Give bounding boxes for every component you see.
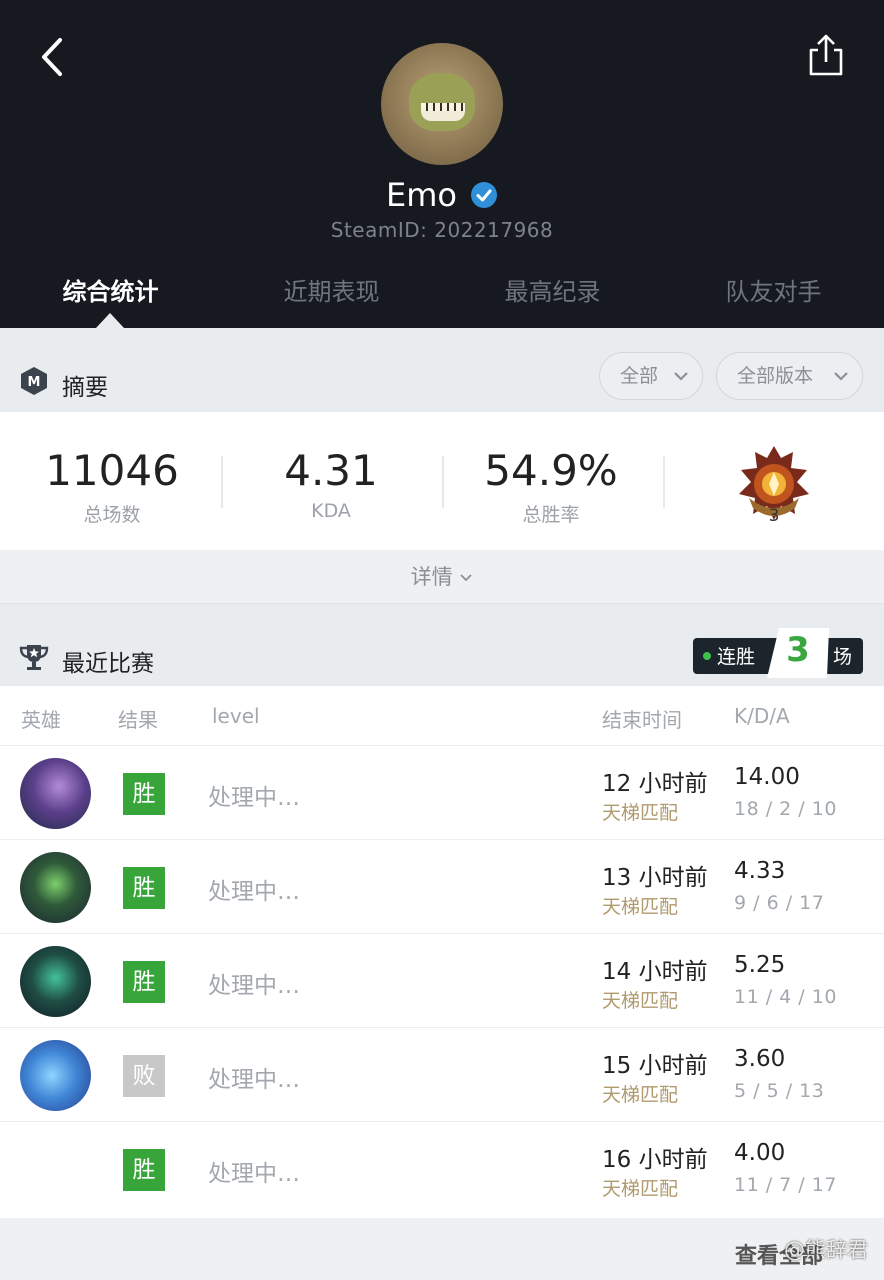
version-filter-value: 全部版本 [737, 365, 814, 387]
column-header-result: 结果 [118, 708, 158, 732]
chevron-down-icon [460, 574, 472, 582]
match-kda: 3.60 [734, 1046, 786, 1072]
stat-label: 总场数 [83, 504, 141, 526]
match-level: 处理中… [208, 785, 300, 811]
stat-win-rate: 54.9% 总胜率 [441, 446, 661, 527]
chevron-left-icon [42, 38, 62, 76]
result-badge: 败 [123, 1055, 165, 1097]
match-row[interactable]: 败 处理中… 15 小时前 天梯匹配 3.60 5 / 5 / 13 [0, 1028, 884, 1122]
streak-status-dot [703, 652, 711, 660]
match-level: 处理中… [208, 879, 300, 905]
match-level: 处理中… [208, 1067, 300, 1093]
match-kda-detail: 11 / 4 / 10 [734, 986, 837, 1008]
hero-portrait [20, 1040, 91, 1111]
match-kda-detail: 5 / 5 / 13 [734, 1080, 825, 1102]
tab-best-records[interactable]: 最高纪录 [442, 272, 663, 307]
match-kda: 4.00 [734, 1140, 786, 1166]
streak-count: 3 [786, 630, 810, 670]
result-badge: 胜 [123, 867, 165, 909]
stat-value: 4.31 [284, 446, 378, 495]
match-table: 英雄 结果 level 结束时间 K/D/A 胜 处理中… 12 小时前 天梯匹… [0, 686, 884, 1218]
hero-portrait [20, 758, 91, 829]
share-button[interactable] [800, 30, 852, 82]
recent-matches-header: 最近比赛 连胜 3 场 [0, 604, 884, 686]
share-icon [809, 34, 843, 76]
verified-icon [471, 182, 498, 208]
avatar-face [409, 73, 475, 131]
chevron-down-icon [674, 372, 688, 381]
details-label: 详情 [410, 565, 453, 589]
match-mode: 天梯匹配 [602, 802, 679, 824]
player-name: Emo [385, 176, 457, 214]
match-row[interactable]: 胜 处理中… 16 小时前 天梯匹配 4.00 11 / 7 / 17 [0, 1122, 884, 1216]
column-header-hero: 英雄 [21, 708, 61, 732]
back-button[interactable] [30, 32, 76, 82]
avatar[interactable] [381, 43, 503, 165]
mode-filter-dropdown[interactable]: 全部 [599, 352, 703, 400]
match-kda-detail: 9 / 6 / 17 [734, 892, 825, 914]
tab-bar: 综合统计 近期表现 最高纪录 队友对手 [0, 272, 884, 328]
match-level: 处理中… [208, 1161, 300, 1187]
result-badge: 胜 [123, 773, 165, 815]
match-end-time: 14 小时前 [602, 959, 708, 985]
stat-kda: 4.31 KDA [221, 446, 441, 522]
stat-label: 总胜率 [522, 504, 580, 526]
profile-header: Emo SteamID: 202217968 综合统计 近期表现 最高纪录 队友… [0, 0, 884, 328]
streak-label: 连胜 [717, 646, 756, 668]
steam-id: SteamID: 202217968 [330, 218, 554, 242]
mode-filter-value: 全部 [620, 365, 659, 387]
stat-total-matches: 11046 总场数 [2, 446, 222, 527]
stat-label: KDA [311, 500, 351, 522]
match-mode: 天梯匹配 [602, 1084, 679, 1106]
summary-header: M 摘要 全部 全部版本 [0, 328, 884, 412]
details-toggle[interactable]: 详情 [0, 550, 884, 604]
svg-text:M: M [28, 375, 41, 390]
active-tab-indicator [96, 313, 124, 328]
match-mode: 天梯匹配 [602, 1178, 679, 1200]
match-end-time: 16 小时前 [602, 1147, 708, 1173]
result-badge: 胜 [123, 1149, 165, 1191]
stat-value: 54.9% [484, 446, 618, 495]
column-header-level: level [212, 704, 260, 728]
chevron-down-icon [834, 372, 848, 381]
stat-value: 11046 [45, 446, 179, 495]
tab-recent-performance[interactable]: 近期表现 [221, 272, 442, 307]
rank-medal-number: 3 [768, 506, 780, 526]
match-row[interactable]: 胜 处理中… 12 小时前 天梯匹配 14.00 18 / 2 / 10 [0, 746, 884, 840]
win-streak-badge: 连胜 3 场 [693, 628, 863, 676]
version-filter-dropdown[interactable]: 全部版本 [716, 352, 863, 400]
match-row[interactable]: 胜 处理中… 13 小时前 天梯匹配 4.33 9 / 6 / 17 [0, 840, 884, 934]
recent-matches-title: 最近比赛 [62, 651, 154, 677]
player-name-row: Emo [0, 176, 884, 214]
match-kda-detail: 18 / 2 / 10 [734, 798, 837, 820]
match-end-time: 13 小时前 [602, 865, 708, 891]
match-kda-detail: 11 / 7 / 17 [734, 1174, 837, 1196]
trophy-icon [19, 645, 49, 670]
match-mode: 天梯匹配 [602, 896, 679, 918]
column-header-end-time: 结束时间 [602, 708, 682, 732]
match-mode: 天梯匹配 [602, 990, 679, 1012]
result-badge: 胜 [123, 961, 165, 1003]
match-end-time: 15 小时前 [602, 1053, 708, 1079]
summary-stats: 11046 总场数 4.31 KDA 54.9% 总胜率 3 [0, 412, 884, 550]
match-kda: 5.25 [734, 952, 786, 978]
footer: 查看全部 [0, 1218, 884, 1280]
max-logo-icon: M [21, 367, 47, 395]
match-kda: 14.00 [734, 764, 800, 790]
divider [663, 456, 665, 508]
avatar-teeth [421, 103, 465, 111]
watermark: @熊辞君 [784, 1238, 868, 1262]
match-row[interactable]: 胜 处理中… 14 小时前 天梯匹配 5.25 11 / 4 / 10 [0, 934, 884, 1028]
hero-portrait [20, 852, 91, 923]
streak-unit: 场 [833, 646, 853, 668]
match-kda: 4.33 [734, 858, 786, 884]
match-end-time: 12 小时前 [602, 771, 708, 797]
column-header-kda: K/D/A [734, 704, 790, 728]
summary-title: 摘要 [62, 375, 108, 401]
match-level: 处理中… [208, 973, 300, 999]
tab-overall-stats[interactable]: 综合统计 [0, 272, 221, 307]
tab-teammates-opponents[interactable]: 队友对手 [663, 272, 884, 307]
hero-portrait [20, 946, 91, 1017]
